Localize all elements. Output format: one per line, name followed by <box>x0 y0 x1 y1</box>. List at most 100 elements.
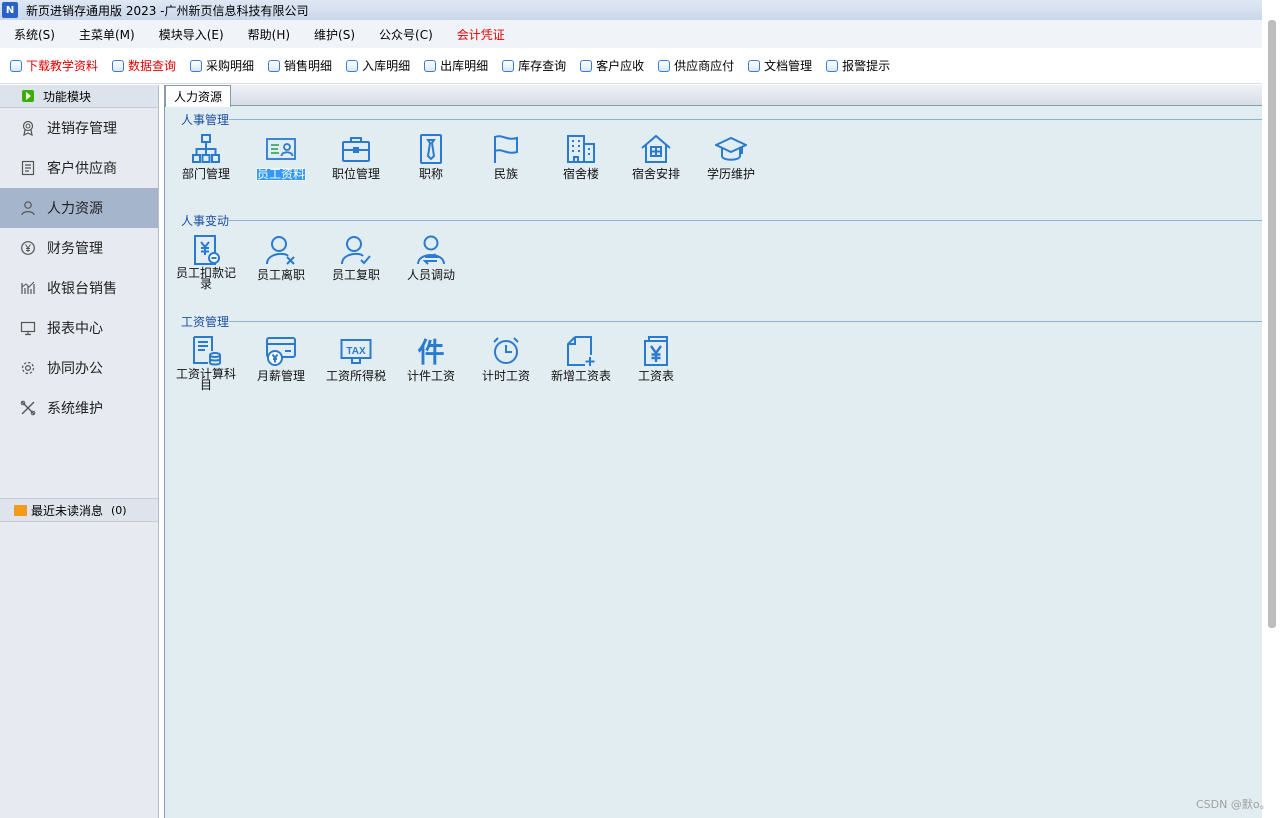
menu-bar: 系统(S) 主菜单(M) 模块导入(E) 帮助(H) 维护(S) 公众号(C) … <box>0 20 1262 48</box>
person-icon <box>20 200 36 216</box>
recent-messages-label: 最近未读消息 <box>31 503 104 518</box>
item-ethnicity[interactable]: 民族 <box>471 133 541 181</box>
item-label: 职位管理 <box>331 167 380 181</box>
tools-icon <box>20 400 36 416</box>
org-chart-icon <box>192 134 220 163</box>
item-employee-resignation[interactable]: 员工离职 <box>246 234 316 282</box>
toolbar-label: 供应商应付 <box>674 59 735 73</box>
item-hourly-wage[interactable]: 计时工资 <box>471 335 541 383</box>
item-education[interactable]: 学历维护 <box>696 133 766 181</box>
toolbar-data-query[interactable]: 数据查询 <box>112 57 176 74</box>
sidebar-item-label: 财务管理 <box>47 241 103 257</box>
title-bar: N 新页进销存通用版 2023 -广州新页信息科技有限公司 <box>0 0 1262 20</box>
building-icon <box>567 135 595 163</box>
sidebar-item-label: 人力资源 <box>47 201 103 217</box>
window-title: 新页进销存通用版 2023 -广州新页信息科技有限公司 <box>26 3 309 18</box>
toolbar-outbound-detail[interactable]: 出库明细 <box>424 57 488 74</box>
toolbar-document-management[interactable]: 文档管理 <box>748 57 812 74</box>
toolbar-label: 报警提示 <box>842 59 891 73</box>
item-position[interactable]: 职位管理 <box>321 133 391 181</box>
checkbox-icon <box>502 59 515 72</box>
unread-count: (0) <box>111 503 127 517</box>
toolbar-customer-receivable[interactable]: 客户应收 <box>580 57 644 74</box>
toolbar-label: 采购明细 <box>206 59 255 73</box>
item-title[interactable]: 职称 <box>396 133 466 181</box>
toolbar-label: 下载教学资料 <box>26 59 99 73</box>
recent-messages-header[interactable]: 最近未读消息 (0) <box>0 498 158 522</box>
tab-hr[interactable]: 人力资源 <box>165 85 232 107</box>
salary-calc-icon <box>193 336 221 366</box>
item-dorm-arrangement[interactable]: 宿舍安排 <box>621 133 691 181</box>
item-monthly-salary[interactable]: 月薪管理 <box>246 335 316 383</box>
item-label: 工资表 <box>637 369 674 383</box>
new-doc-icon <box>567 336 595 366</box>
play-icon <box>22 90 34 102</box>
toolbar-sales-detail[interactable]: 销售明细 <box>268 57 332 74</box>
svg-text:件: 件 <box>418 338 445 367</box>
user-check-icon <box>341 236 371 265</box>
toolbar-purchase-detail[interactable]: 采购明细 <box>190 57 254 74</box>
user-remove-icon <box>266 236 295 265</box>
menu-official-account[interactable]: 公众号(C) <box>365 26 443 43</box>
item-label: 民族 <box>493 167 518 181</box>
sidebar-item-finance[interactable]: 财务管理 <box>0 228 158 268</box>
alarm-clock-icon <box>493 337 519 364</box>
item-employee-reinstatement[interactable]: 员工复职 <box>321 234 391 282</box>
item-label: 员工复职 <box>331 268 380 282</box>
checkbox-icon <box>346 59 359 72</box>
quick-toolbar: 下载教学资料 数据查询 采购明细 销售明细 入库明细 出库明细 库存查询 客户应… <box>0 48 1262 84</box>
toolbar-alarm-notice[interactable]: 报警提示 <box>826 57 890 74</box>
main-panel: 人力资源 人事管理 部门管理 员工资料 职位管理 职称 民族 宿舍楼 宿舍安排 … <box>164 85 1262 818</box>
svg-text:TAX: TAX <box>346 346 366 357</box>
item-label: 员工资料 <box>255 167 307 181</box>
section-title-payroll: 工资管理 <box>181 315 230 329</box>
toolbar-supplier-payable[interactable]: 供应商应付 <box>658 57 734 74</box>
item-payroll-sheet[interactable]: 工资表 <box>621 335 691 383</box>
checkbox-icon <box>748 59 761 72</box>
item-department[interactable]: 部门管理 <box>171 133 241 181</box>
menu-accounting-voucher[interactable]: 会计凭证 <box>443 26 515 43</box>
sidebar-item-reports[interactable]: 报表中心 <box>0 308 158 348</box>
menu-main[interactable]: 主菜单(M) <box>65 26 145 43</box>
piece-wage-icon: 件 <box>418 338 445 367</box>
menu-system[interactable]: 系统(S) <box>0 26 65 43</box>
toolbar-label: 库存查询 <box>518 59 567 73</box>
item-salary-subjects[interactable]: 工资计算科目 <box>171 335 241 392</box>
item-employee-profile[interactable]: 员工资料 <box>246 133 316 181</box>
toolbar-label: 出库明细 <box>440 59 489 73</box>
sidebar-item-office[interactable]: 协同办公 <box>0 348 158 388</box>
toolbar-inbound-detail[interactable]: 入库明细 <box>346 57 410 74</box>
sidebar-item-cashier[interactable]: 收银台销售 <box>0 268 158 308</box>
item-label: 人员调动 <box>406 268 455 282</box>
sidebar-header-label: 功能模块 <box>43 89 92 104</box>
toolbar-label: 数据查询 <box>128 59 177 73</box>
scrollbar-thumb[interactable] <box>1268 20 1276 628</box>
item-label: 学历维护 <box>706 167 755 181</box>
item-income-tax[interactable]: TAX 工资所得税 <box>321 335 391 383</box>
toolbar-inventory-query[interactable]: 库存查询 <box>502 57 566 74</box>
sidebar-item-inventory[interactable]: 进销存管理 <box>0 108 158 148</box>
sidebar-item-hr[interactable]: 人力资源 <box>0 188 158 228</box>
briefcase-icon <box>342 137 370 162</box>
item-dormitory[interactable]: 宿舍楼 <box>546 133 616 181</box>
item-new-payroll[interactable]: 新增工资表 <box>546 335 616 383</box>
house-icon <box>641 134 671 163</box>
vertical-scrollbar[interactable] <box>1262 0 1283 818</box>
checkbox-icon <box>424 59 437 72</box>
item-label: 员工扣款记录 <box>175 266 236 291</box>
item-deduction-record[interactable]: 员工扣款记录 <box>171 234 241 291</box>
sidebar-item-customers[interactable]: 客户供应商 <box>0 148 158 188</box>
item-label: 新增工资表 <box>550 369 611 383</box>
toolbar-download-tutorial[interactable]: 下载教学资料 <box>10 57 98 74</box>
item-staff-transfer[interactable]: 人员调动 <box>396 234 466 282</box>
item-label: 宿舍安排 <box>631 167 680 181</box>
gear-icon <box>20 360 36 376</box>
item-label: 计件工资 <box>406 369 455 383</box>
item-piece-wage[interactable]: 件 计件工资 <box>396 335 466 383</box>
menu-help[interactable]: 帮助(H) <box>234 26 300 43</box>
watermark: CSDN @默o。 <box>1196 798 1271 811</box>
sidebar-item-system[interactable]: 系统维护 <box>0 388 158 428</box>
item-label: 职称 <box>418 167 443 181</box>
menu-maintenance[interactable]: 维护(S) <box>300 26 365 43</box>
menu-module-import[interactable]: 模块导入(E) <box>145 26 234 43</box>
